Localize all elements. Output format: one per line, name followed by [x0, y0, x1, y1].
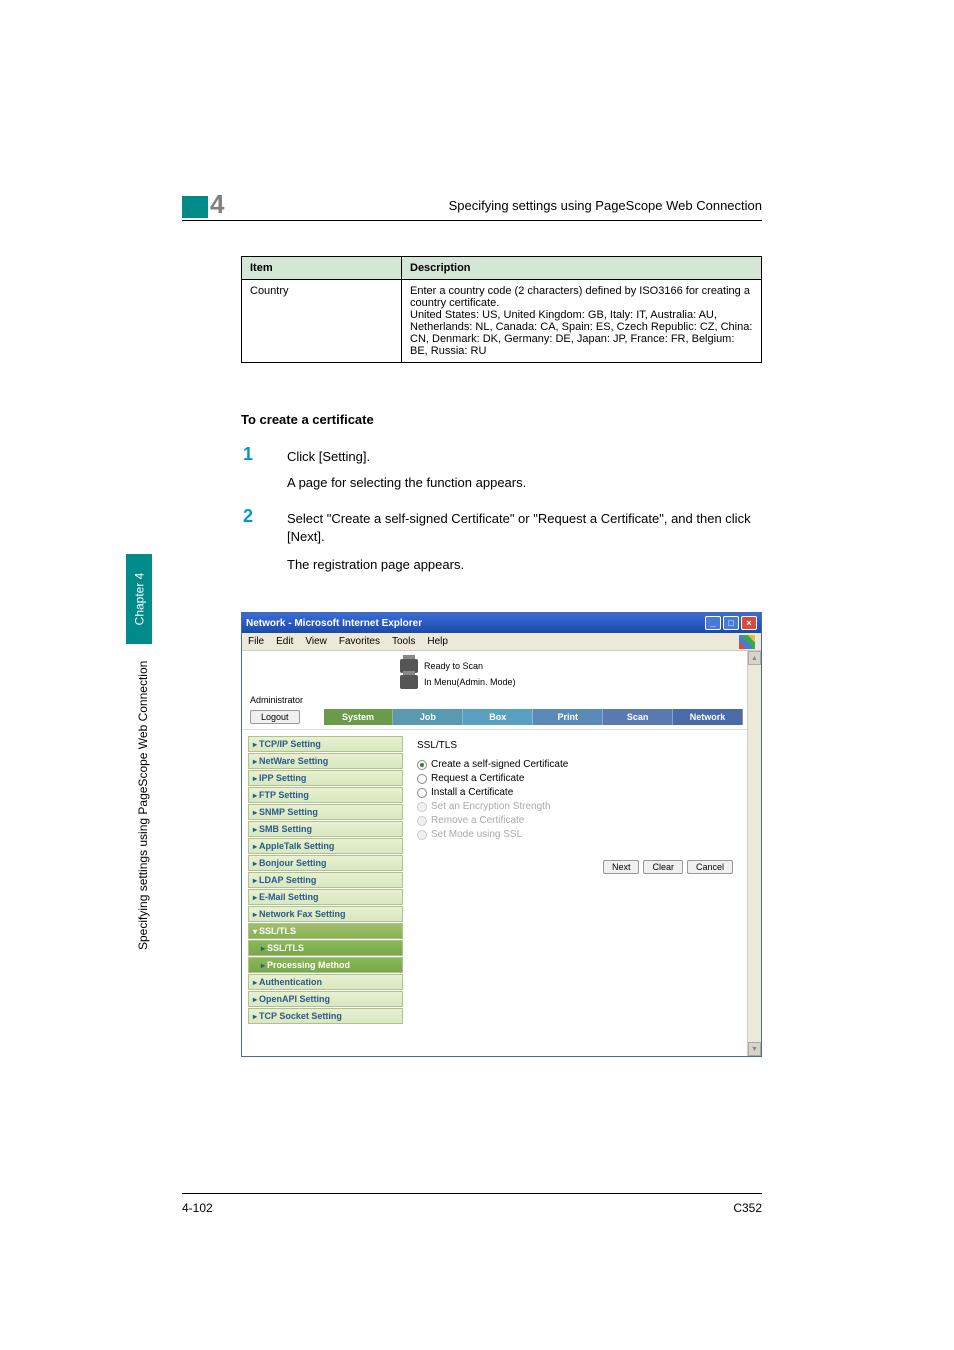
table-header-description: Description	[402, 257, 762, 280]
nav-snmp[interactable]: SNMP Setting	[248, 804, 403, 820]
radio-icon	[417, 802, 427, 812]
nav-ssltls[interactable]: SSL/TLS	[248, 923, 403, 939]
table-cell-description: Enter a country code (2 characters) defi…	[402, 280, 762, 363]
header-accent-bar	[182, 196, 208, 218]
radio-icon	[417, 816, 427, 826]
step-2-text: Select "Create a self-signed Certificate…	[287, 510, 762, 546]
close-button[interactable]: ×	[741, 616, 757, 630]
page-header-title: Specifying settings using PageScope Web …	[449, 198, 762, 213]
window-title: Network - Microsoft Internet Explorer	[246, 618, 422, 629]
step-number-1: 1	[243, 444, 253, 465]
nav-email[interactable]: E-Mail Setting	[248, 889, 403, 905]
table-header-item: Item	[242, 257, 402, 280]
minimize-button[interactable]: _	[705, 616, 721, 630]
tab-print[interactable]: Print	[533, 709, 603, 725]
nav-processing-method[interactable]: Processing Method	[248, 957, 403, 973]
nav-tcp-socket[interactable]: TCP Socket Setting	[248, 1008, 403, 1024]
administrator-label: Administrator	[250, 695, 743, 705]
window-titlebar: Network - Microsoft Internet Explorer _ …	[242, 613, 761, 633]
menu-tools[interactable]: Tools	[392, 636, 415, 647]
nav-netware[interactable]: NetWare Setting	[248, 753, 403, 769]
tab-network[interactable]: Network	[673, 709, 743, 725]
radio-icon[interactable]	[417, 760, 427, 770]
scroll-track[interactable]	[748, 665, 761, 1042]
section-subheading: To create a certificate	[241, 412, 374, 427]
settings-sidebar: TCP/IP Setting NetWare Setting IPP Setti…	[248, 736, 403, 1050]
nav-authentication[interactable]: Authentication	[248, 974, 403, 990]
main-panel: SSL/TLS Create a self-signed Certificate…	[409, 736, 741, 1050]
radio-label: Set an Encryption Strength	[431, 801, 551, 812]
menu-favorites[interactable]: Favorites	[339, 636, 380, 647]
panel-title: SSL/TLS	[417, 740, 733, 751]
side-rotated-title: Specifying settings using PageScope Web …	[136, 661, 150, 950]
scrollbar[interactable]: ▲ ▼	[747, 651, 761, 1056]
tab-scan[interactable]: Scan	[603, 709, 673, 725]
status-menu-mode: In Menu(Admin. Mode)	[424, 677, 516, 687]
nav-bonjour[interactable]: Bonjour Setting	[248, 855, 403, 871]
window-buttons: _ □ ×	[705, 616, 757, 630]
menu-view[interactable]: View	[305, 636, 327, 647]
scroll-up-icon[interactable]: ▲	[748, 651, 761, 665]
nav-ldap[interactable]: LDAP Setting	[248, 872, 403, 888]
side-chapter-badge: Chapter 4	[126, 554, 152, 644]
table-cell-item: Country	[242, 280, 402, 363]
printer-icon	[400, 675, 418, 689]
browser-screenshot: Network - Microsoft Internet Explorer _ …	[241, 612, 762, 1057]
cancel-button[interactable]: Cancel	[687, 860, 733, 874]
status-ready: Ready to Scan	[424, 661, 483, 671]
step-number-2: 2	[243, 506, 253, 527]
nav-ipp[interactable]: IPP Setting	[248, 770, 403, 786]
footer-rule	[182, 1193, 762, 1194]
footer-page-number: 4-102	[182, 1201, 213, 1215]
radio-row-install-cert[interactable]: Install a Certificate	[417, 787, 733, 798]
chapter-number: 4	[210, 189, 224, 220]
tab-box[interactable]: Box	[463, 709, 533, 725]
ie-logo-icon	[739, 635, 755, 649]
nav-appletalk[interactable]: AppleTalk Setting	[248, 838, 403, 854]
printer-status-row: Ready to Scan	[400, 659, 743, 673]
tabs-row: Logout System Job Box Print Scan Network	[250, 709, 743, 725]
browser-menubar: File Edit View Favorites Tools Help	[242, 633, 761, 651]
maximize-button[interactable]: □	[723, 616, 739, 630]
clear-button[interactable]: Clear	[643, 860, 683, 874]
side-chapter-text: Chapter 4	[132, 573, 146, 626]
menu-file[interactable]: File	[248, 636, 264, 647]
tab-system[interactable]: System	[324, 709, 394, 725]
scroll-down-icon[interactable]: ▼	[748, 1042, 761, 1056]
radio-label: Install a Certificate	[431, 787, 513, 798]
nav-tcpip[interactable]: TCP/IP Setting	[248, 736, 403, 752]
radio-icon[interactable]	[417, 788, 427, 798]
nav-netfax[interactable]: Network Fax Setting	[248, 906, 403, 922]
table-row: Country Enter a country code (2 characte…	[242, 280, 762, 363]
step-1-subtext: A page for selecting the function appear…	[287, 474, 762, 492]
nav-ftp[interactable]: FTP Setting	[248, 787, 403, 803]
radio-label: Request a Certificate	[431, 773, 524, 784]
radio-icon[interactable]	[417, 774, 427, 784]
step-1-text: Click [Setting].	[287, 448, 762, 466]
printer-mode-row: In Menu(Admin. Mode)	[400, 675, 743, 689]
header-rule	[182, 220, 762, 221]
tab-job[interactable]: Job	[393, 709, 463, 725]
radio-row-encryption-strength: Set an Encryption Strength	[417, 801, 733, 812]
footer-model: C352	[733, 1201, 762, 1215]
logout-button[interactable]: Logout	[250, 710, 300, 724]
nav-openapi[interactable]: OpenAPI Setting	[248, 991, 403, 1007]
next-button[interactable]: Next	[603, 860, 640, 874]
step-2-subtext: The registration page appears.	[287, 556, 762, 574]
nav-ssltls-sub[interactable]: SSL/TLS	[248, 940, 403, 956]
button-row: Next Clear Cancel	[417, 860, 733, 874]
radio-label: Remove a Certificate	[431, 815, 524, 826]
radio-label: Set Mode using SSL	[431, 829, 522, 840]
menu-edit[interactable]: Edit	[276, 636, 293, 647]
description-table: Item Description Country Enter a country…	[241, 256, 762, 363]
radio-row-request-cert[interactable]: Request a Certificate	[417, 773, 733, 784]
menu-help[interactable]: Help	[427, 636, 448, 647]
radio-row-remove-cert: Remove a Certificate	[417, 815, 733, 826]
radio-icon	[417, 830, 427, 840]
nav-smb[interactable]: SMB Setting	[248, 821, 403, 837]
browser-content: ▲ ▼ Ready to Scan In Menu(Admin. Mode) A…	[242, 651, 761, 1056]
radio-row-set-mode-ssl: Set Mode using SSL	[417, 829, 733, 840]
radio-row-create-self-signed[interactable]: Create a self-signed Certificate	[417, 759, 733, 770]
radio-label: Create a self-signed Certificate	[431, 759, 568, 770]
